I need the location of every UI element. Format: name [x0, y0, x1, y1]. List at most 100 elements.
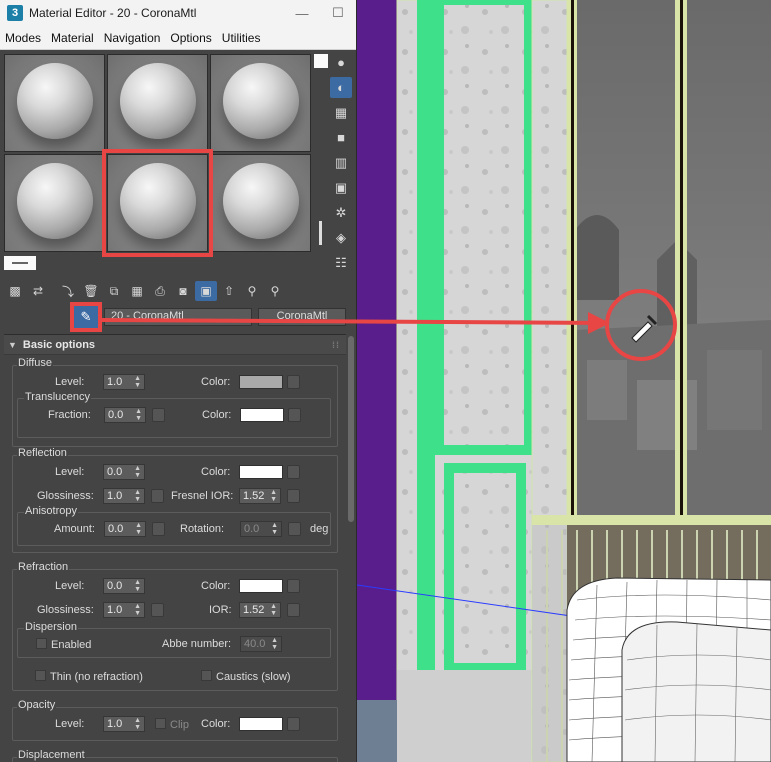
put-to-scene-icon[interactable]: ⇄	[27, 281, 49, 301]
backlight-icon[interactable]: ◐	[330, 77, 352, 98]
sample-type-icon[interactable]: ●	[330, 52, 352, 73]
select-by-material-icon[interactable]: ◈	[330, 227, 352, 248]
abbe-number-spinner[interactable]: 40.0 ▲ ▼	[240, 636, 282, 652]
opacity-level-spinner[interactable]: 1.0 ▲ ▼	[103, 716, 145, 732]
fresnel-ior-spinner[interactable]: 1.52 ▲ ▼	[239, 488, 281, 504]
fraction-map-button[interactable]	[152, 408, 165, 422]
reflection-color-swatch[interactable]	[239, 465, 283, 479]
diffuse-color-label: Color:	[201, 376, 231, 388]
material-name-row: ✎ 20 - CoronaMtl CoronaMtl	[4, 302, 352, 332]
menu-options[interactable]: Options	[165, 31, 216, 45]
rotation-spinner[interactable]: 0.0 ▲ ▼	[240, 521, 282, 537]
diffuse-level-spinner[interactable]: 1.0 ▲ ▼	[103, 374, 145, 390]
put-to-library-icon[interactable]: ▦	[126, 281, 148, 301]
fraction-spinner[interactable]: 0.0 ▲ ▼	[104, 407, 146, 423]
refraction-color-swatch[interactable]	[239, 579, 283, 593]
ior-spinner[interactable]: 1.52 ▲ ▼	[239, 602, 281, 618]
app-logo-icon: 3	[7, 5, 23, 21]
anisotropy-title: Anisotropy	[24, 505, 78, 517]
material-navigator-icon[interactable]: ☷	[330, 252, 352, 273]
eyedropper-pick-material-button[interactable]: ✎	[70, 302, 102, 332]
diffuse-color-swatch[interactable]	[239, 375, 283, 389]
reflection-level-spinner[interactable]: 0.0 ▲ ▼	[103, 464, 145, 480]
glossiness-map-button[interactable]	[151, 489, 164, 503]
make-preview-icon[interactable]: ▣	[330, 177, 352, 198]
menu-material[interactable]: Material	[46, 31, 99, 45]
collapse-triangle-icon: ▼	[8, 339, 17, 350]
show-end-result-icon[interactable]: ▣	[195, 281, 217, 301]
refraction-color-label: Color:	[201, 580, 231, 592]
diffuse-level-label: Level:	[55, 376, 85, 388]
reflection-glossiness-spinner[interactable]: 1.0 ▲ ▼	[103, 488, 145, 504]
rollout-scrollbar[interactable]	[348, 336, 354, 522]
amount-map-button[interactable]	[152, 522, 165, 536]
menu-modes[interactable]: Modes	[0, 31, 46, 45]
assign-to-selection-icon[interactable]: ⤵	[57, 281, 79, 301]
rotation-map-button[interactable]	[288, 522, 301, 536]
menu-navigation[interactable]: Navigation	[99, 31, 166, 45]
reset-map-icon[interactable]: 🗑	[80, 281, 102, 301]
translucency-color-swatch[interactable]	[240, 408, 284, 422]
refraction-title: Refraction	[17, 561, 70, 573]
pick-from-object-icon[interactable]: ⚲	[264, 281, 286, 301]
fresnel-map-button[interactable]	[287, 489, 300, 503]
sample-slot-6[interactable]	[210, 154, 311, 252]
refraction-color-map-button[interactable]	[287, 579, 300, 593]
scroll-thumb[interactable]	[314, 54, 328, 68]
sample-slot-grid	[4, 54, 311, 257]
options-icon[interactable]: ✲	[330, 202, 352, 223]
fraction-label: Fraction:	[48, 409, 91, 421]
deg-label: deg	[310, 523, 329, 535]
reflection-color-label: Color:	[201, 466, 231, 478]
go-forward-sibling-icon[interactable]: ⚲	[241, 281, 263, 301]
sample-slot-2[interactable]	[107, 54, 208, 152]
refraction-glossiness-spinner[interactable]: 1.0 ▲ ▼	[103, 602, 145, 618]
sample-slot-3[interactable]	[210, 54, 311, 152]
slots-horizontal-scrollbar[interactable]	[4, 256, 36, 270]
grip-icon: ⁞⁞	[332, 339, 340, 350]
thin-no-refraction-checkbox[interactable]: Thin (no refraction)	[35, 670, 143, 683]
maximize-button[interactable]: ☐	[320, 5, 356, 21]
translucency-subgroup: Translucency Fraction: 0.0 ▲ ▼ Color:	[17, 391, 331, 438]
sample-slot-5-selected[interactable]	[102, 149, 213, 257]
material-name-field[interactable]: 20 - CoronaMtl	[104, 308, 252, 326]
refraction-glossiness-map-button[interactable]	[151, 603, 164, 617]
caustics-checkbox[interactable]: Caustics (slow)	[201, 670, 291, 683]
diffuse-map-button[interactable]	[287, 375, 300, 389]
ior-label: IOR:	[209, 604, 232, 616]
opacity-color-swatch[interactable]	[239, 717, 283, 731]
go-to-parent-icon[interactable]: ⇧	[218, 281, 240, 301]
make-unique-icon[interactable]: ⧉	[103, 281, 125, 301]
preview-sphere	[222, 63, 299, 140]
ior-map-button[interactable]	[287, 603, 300, 617]
scroll-track-mark	[319, 221, 322, 245]
reflection-group: Reflection Level: 0.0 ▲ ▼ Color: Glossines…	[12, 447, 338, 553]
rotation-label: Rotation:	[180, 523, 225, 535]
opacity-color-map-button[interactable]	[287, 717, 300, 731]
translucency-color-map-button[interactable]	[288, 408, 301, 422]
show-shaded-icon[interactable]: ◙	[172, 281, 194, 301]
get-material-icon[interactable]: ▩	[4, 281, 26, 301]
viewport-3d[interactable]	[357, 0, 771, 762]
rollout-header[interactable]: ▼ Basic options ⁞⁞	[4, 335, 346, 355]
material-type-button[interactable]: CoronaMtl	[258, 308, 346, 326]
slots-vertical-scrollbar[interactable]	[314, 54, 328, 254]
dispersion-enabled-checkbox[interactable]: Enabled	[36, 638, 91, 651]
minimize-button[interactable]: —	[284, 6, 320, 21]
video-color-check-icon[interactable]: ▥	[330, 152, 352, 173]
menu-utilities[interactable]: Utilities	[217, 31, 266, 45]
sample-slot-4[interactable]	[4, 154, 105, 252]
opacity-clip-checkbox[interactable]: Clip	[155, 718, 189, 731]
sample-slot-1[interactable]	[4, 54, 105, 152]
refraction-level-spinner[interactable]: 0.0 ▲ ▼	[103, 578, 145, 594]
material-id-channel-icon[interactable]: ⎙	[149, 281, 171, 301]
side-toolbar: ● ◐ ▦ ■ ▥ ▣ ✲ ◈ ☷	[330, 52, 354, 273]
fresnel-ior-label: Fresnel IOR:	[171, 490, 234, 502]
amount-spinner[interactable]: 0.0 ▲ ▼	[104, 521, 146, 537]
opacity-level-label: Level:	[55, 718, 85, 730]
reflection-color-map-button[interactable]	[287, 465, 300, 479]
title-bar[interactable]: 3 Material Editor - 20 - CoronaMtl — ☐	[0, 0, 356, 26]
displacement-title: Displacement	[17, 749, 86, 761]
background-checker-icon[interactable]: ▦	[330, 102, 352, 123]
sample-uv-tiling-icon[interactable]: ■	[330, 127, 352, 148]
